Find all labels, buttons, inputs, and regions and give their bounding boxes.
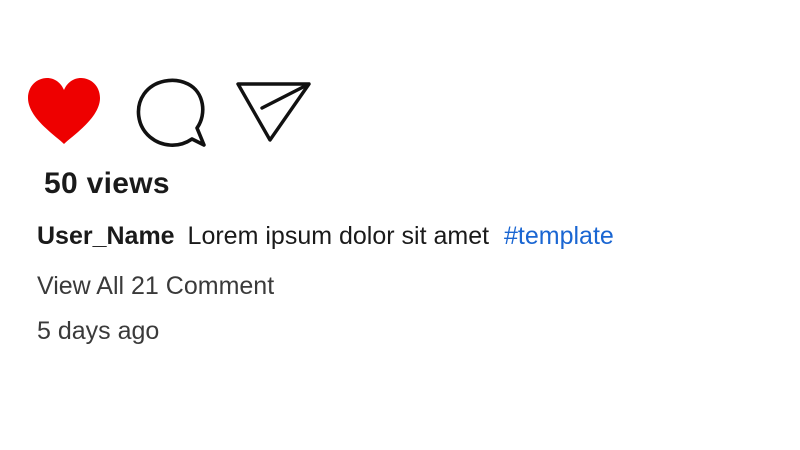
speech-bubble-icon <box>136 78 206 147</box>
caption-text: Lorem ipsum dolor sit amet <box>187 222 490 250</box>
username-link[interactable]: User_Name <box>37 222 175 250</box>
post-caption: User_Name Lorem ipsum dolor sit amet #te… <box>37 222 614 251</box>
share-button[interactable] <box>236 76 312 148</box>
paper-plane-icon <box>236 82 311 142</box>
heart-icon <box>28 78 100 144</box>
views-count: 50 views <box>44 167 170 200</box>
post-timestamp: 5 days ago <box>37 317 160 345</box>
view-all-comments-link[interactable]: View All 21 Comment <box>37 272 274 301</box>
like-button[interactable] <box>26 76 102 148</box>
hashtag-link[interactable]: #template <box>504 222 614 250</box>
comment-button[interactable] <box>134 76 210 148</box>
post-card: 50 views User_Name Lorem ipsum dolor sit… <box>0 0 800 450</box>
